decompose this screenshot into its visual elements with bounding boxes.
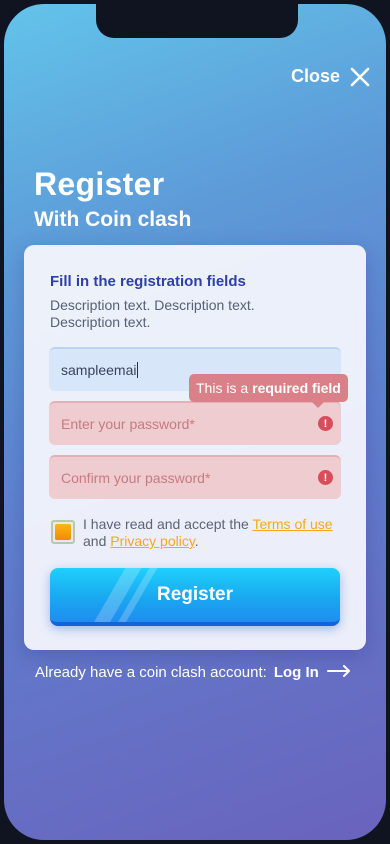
- checkbox-fill: [55, 524, 71, 540]
- email-value: sampleemai: [61, 362, 137, 378]
- login-prompt: Already have a coin clash account:: [35, 664, 267, 681]
- text-caret: [137, 362, 139, 378]
- password-field[interactable]: Enter your password* !: [49, 401, 341, 445]
- registration-card: Fill in the registration fields Descript…: [24, 245, 366, 650]
- terms-prefix: I have read and accept the: [83, 516, 249, 532]
- register-button[interactable]: Register: [50, 568, 340, 626]
- arrow-right-icon[interactable]: [326, 664, 351, 681]
- page-title: Register: [34, 166, 165, 202]
- tooltip-bold: required field: [252, 380, 341, 396]
- terms-text: I have read and accept the Terms of use …: [83, 516, 345, 550]
- terms-and: and: [83, 533, 107, 549]
- tooltip-prefix: This is a: [196, 380, 249, 396]
- confirm-password-field[interactable]: Confirm your password* !: [49, 455, 341, 499]
- error-icon: !: [318, 416, 333, 431]
- phone-screen: Close Register With Coin clash Fill in t…: [4, 4, 386, 840]
- required-field-tooltip: This is a required field: [189, 374, 348, 408]
- page-subtitle: With Coin clash: [34, 208, 192, 231]
- terms-of-use-link[interactable]: Terms of use: [252, 516, 332, 532]
- form-heading: Fill in the registration fields: [50, 273, 246, 290]
- register-label: Register: [156, 584, 234, 605]
- login-link[interactable]: Log In: [274, 664, 319, 681]
- close-button[interactable]: Close: [291, 66, 370, 87]
- form-description: Description text. Description text. Desc…: [50, 297, 255, 330]
- close-icon: [350, 67, 370, 87]
- close-label: Close: [290, 66, 340, 86]
- confirm-placeholder: Confirm your password*: [61, 470, 211, 486]
- terms-end: .: [194, 533, 199, 549]
- notch: [96, 4, 298, 38]
- password-placeholder: Enter your password*: [61, 416, 195, 432]
- terms-checkbox[interactable]: [51, 520, 75, 544]
- login-footer: Already have a coin clash account: Log I…: [35, 664, 351, 681]
- error-icon: !: [318, 470, 333, 485]
- privacy-policy-link[interactable]: Privacy policy: [110, 533, 195, 549]
